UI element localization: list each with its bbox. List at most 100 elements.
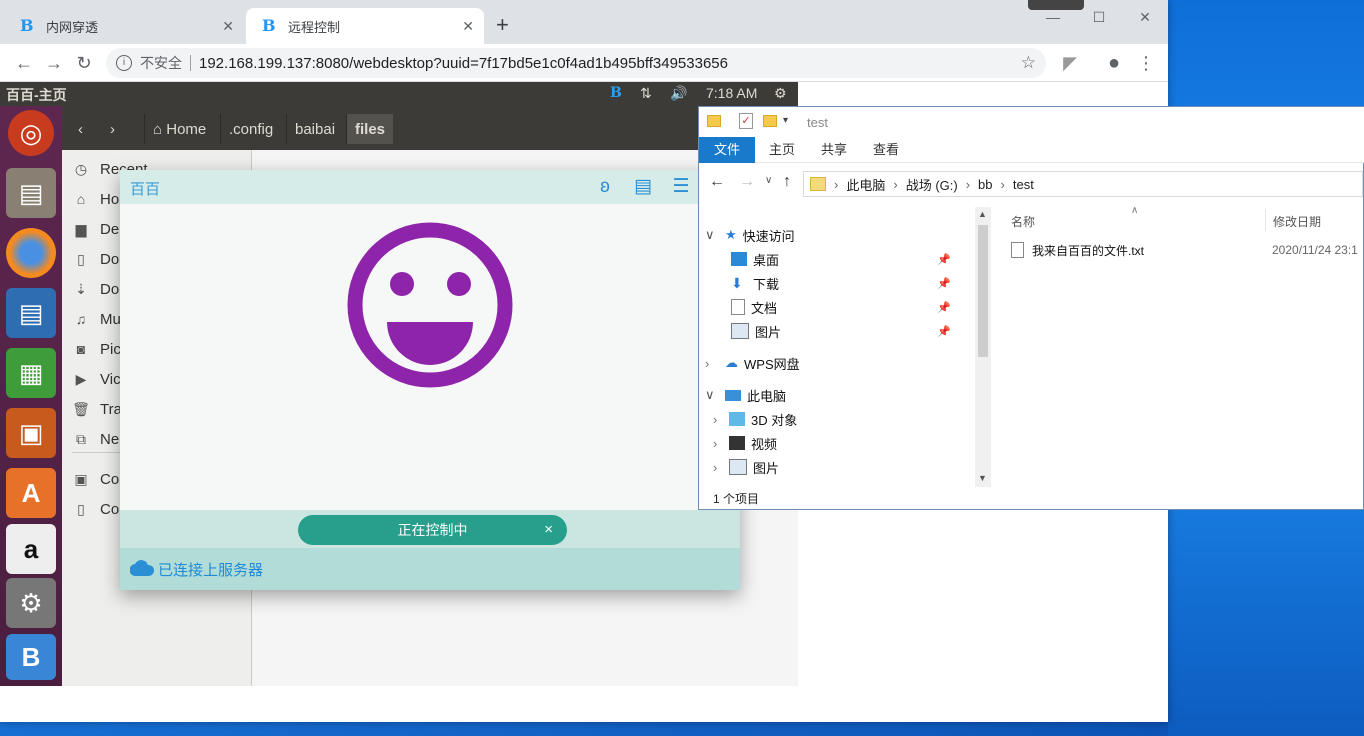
expand-icon[interactable]: › [713, 436, 729, 451]
new-folder-icon[interactable] [763, 115, 777, 127]
tree-desktop[interactable]: 桌面 📌 [731, 247, 975, 271]
expand-icon[interactable]: › [713, 412, 729, 427]
sidebar-item-connect[interactable]: ▯ Co [72, 494, 119, 524]
reload-button[interactable]: ↻ [72, 52, 96, 74]
crumb-test[interactable]: test [1013, 177, 1034, 192]
sidebar-item-computer[interactable]: ▣ Co [72, 464, 119, 494]
column-name[interactable]: 名称 [1011, 213, 1035, 230]
tab-remote-control[interactable]: B 远程控制 ✕ [246, 8, 484, 44]
scroll-down-icon[interactable]: ▼ [978, 473, 987, 483]
extension-icon[interactable]: ◤ [1058, 52, 1082, 74]
sidebar-item-network[interactable]: ⧉ Ne [72, 424, 119, 454]
expand-icon[interactable]: › [713, 460, 729, 475]
scroll-up-icon[interactable]: ▲ [978, 209, 987, 219]
qat-dropdown-icon[interactable]: ▾ [783, 115, 788, 126]
menu-icon[interactable]: ⋮ [1134, 52, 1158, 74]
calc-icon[interactable]: ▦ [6, 348, 56, 398]
controlling-label: 正在控制中 [397, 522, 468, 538]
settings-gear-icon[interactable]: ⚙ [774, 85, 787, 102]
software-center-icon[interactable]: A [6, 468, 56, 518]
tab-home[interactable]: 主页 [757, 137, 807, 163]
files-icon[interactable]: ▤ [6, 168, 56, 218]
tab-view[interactable]: 查看 [861, 137, 911, 163]
tree-documents[interactable]: 文档 📌 [731, 295, 975, 319]
sidebar-item-music[interactable]: ♫ Mu [72, 304, 121, 334]
close-window-button[interactable]: ✕ [1122, 4, 1168, 30]
impress-icon[interactable]: ▣ [6, 408, 56, 458]
close-icon[interactable]: × [544, 515, 553, 545]
crumb-drive[interactable]: 战场 (G:) [906, 175, 958, 194]
tree-wps[interactable]: › ☁ WPS网盘 [705, 351, 975, 375]
menu-icon[interactable]: ☰ [670, 176, 692, 198]
tree-3d-objects[interactable]: › 3D 对象 [713, 407, 975, 431]
crumb-this-pc[interactable]: 此电脑 [846, 175, 885, 194]
sidebar-item-trash[interactable]: 🗑 Tra [72, 394, 122, 424]
sound-icon[interactable]: 🔊 [670, 85, 687, 102]
back-button[interactable]: ← [709, 173, 725, 191]
tree-videos[interactable]: › 视频 [713, 431, 975, 455]
tree-pc-pictures[interactable]: › 图片 [713, 455, 975, 479]
tree-downloads[interactable]: ⬇ 下载 📌 [731, 271, 975, 295]
new-tab-button[interactable]: + [496, 14, 509, 36]
back-arrow-icon[interactable]: ‹ [70, 114, 91, 144]
tree-label: 桌面 [753, 252, 780, 268]
properties-icon[interactable]: ✓ [739, 113, 753, 129]
ribbon-tabs: 文件 主页 共享 查看 [699, 137, 1364, 163]
sidebar-item-pictures[interactable]: ◙ Pic [72, 334, 121, 364]
column-modified[interactable]: 修改日期 [1273, 213, 1321, 230]
back-button[interactable]: ← [12, 52, 36, 74]
account-icon[interactable]: ● [1102, 52, 1126, 74]
expand-icon[interactable]: › [705, 356, 719, 371]
baibai-tray-icon[interactable]: B [610, 85, 622, 101]
ear-icon[interactable]: ʚ [594, 176, 616, 198]
tab-intranet[interactable]: B 内网穿透 ✕ [4, 8, 244, 44]
path-home[interactable]: ⌂ Home [144, 114, 214, 144]
up-button[interactable]: ↑ [783, 173, 791, 191]
forward-button[interactable]: → [42, 52, 66, 74]
expand-icon[interactable]: ∨ [705, 227, 719, 243]
firefox-icon[interactable] [6, 228, 56, 278]
sidebar-item-documents[interactable]: ▯ Do [72, 244, 119, 274]
path-config[interactable]: .config [220, 114, 281, 144]
sidebar-item-desktop[interactable]: ▆ De [72, 214, 120, 244]
ubuntu-top-bar: 百百-主页 B ⇅ 🔊 7:18 AM ⚙ [0, 82, 798, 106]
tree-pictures[interactable]: 图片 📌 [731, 319, 975, 343]
network-icon[interactable]: ⇅ [640, 85, 652, 102]
files-list-icon[interactable]: ▤ [632, 176, 654, 198]
path-files[interactable]: files [346, 114, 394, 144]
recent-dropdown-icon[interactable]: ∨ [765, 175, 772, 186]
url-text[interactable]: 192.168.199.137:8080/webdesktop?uuid=7f1… [199, 55, 728, 72]
sidebar-item-downloads[interactable]: ⇣ Do [72, 274, 119, 304]
close-tab-icon[interactable]: ✕ [222, 18, 234, 35]
info-icon[interactable]: i [116, 55, 132, 71]
star-icon[interactable]: ☆ [1021, 53, 1036, 73]
scrollbar-thumb[interactable] [978, 225, 988, 357]
explorer-titlebar: ✓ ▾ test [699, 107, 1364, 137]
writer-icon[interactable]: ▤ [6, 288, 56, 338]
tree-quick-access[interactable]: ∨ ★ 快速访问 [705, 223, 975, 247]
divider [190, 55, 191, 71]
remote-desktop[interactable]: 百百-主页 B ⇅ 🔊 7:18 AM ⚙ ◎ ▤ ▤ ▦ ▣ A a ⚙ B … [0, 82, 798, 686]
sidebar-item-home[interactable]: ⌂ Ho [72, 184, 119, 214]
maximize-button[interactable]: ☐ [1076, 4, 1122, 30]
baibai-launcher-icon[interactable]: B [6, 634, 56, 680]
explorer-address-bar[interactable]: › 此电脑 › 战场 (G:) › bb › test [803, 171, 1363, 197]
tab-share[interactable]: 共享 [809, 137, 859, 163]
sidebar-item-videos[interactable]: ▶ Vic [72, 364, 121, 394]
amazon-icon[interactable]: a [6, 524, 56, 574]
address-bar[interactable]: i 不安全 192.168.199.137:8080/webdesktop?uu… [106, 48, 1046, 78]
forward-arrow-icon[interactable]: › [102, 114, 123, 144]
file-row[interactable]: 我来自百百的文件.txt 2020/11/24 23:1 [1011, 239, 1364, 261]
expand-icon[interactable]: ∨ [705, 387, 719, 403]
forward-button[interactable]: → [739, 173, 755, 191]
controlling-status-pill[interactable]: 正在控制中 × [298, 515, 567, 545]
tree-this-pc[interactable]: ∨ 此电脑 [705, 383, 975, 407]
path-baibai[interactable]: baibai [286, 114, 343, 144]
minimize-button[interactable]: — [1030, 4, 1076, 30]
ubuntu-dash-icon[interactable]: ◎ [8, 110, 54, 156]
crumb-bb[interactable]: bb [978, 177, 992, 192]
clock[interactable]: 7:18 AM [706, 85, 757, 101]
tab-file[interactable]: 文件 [699, 137, 755, 163]
close-tab-icon[interactable]: ✕ [462, 18, 474, 35]
system-settings-icon[interactable]: ⚙ [6, 578, 56, 628]
